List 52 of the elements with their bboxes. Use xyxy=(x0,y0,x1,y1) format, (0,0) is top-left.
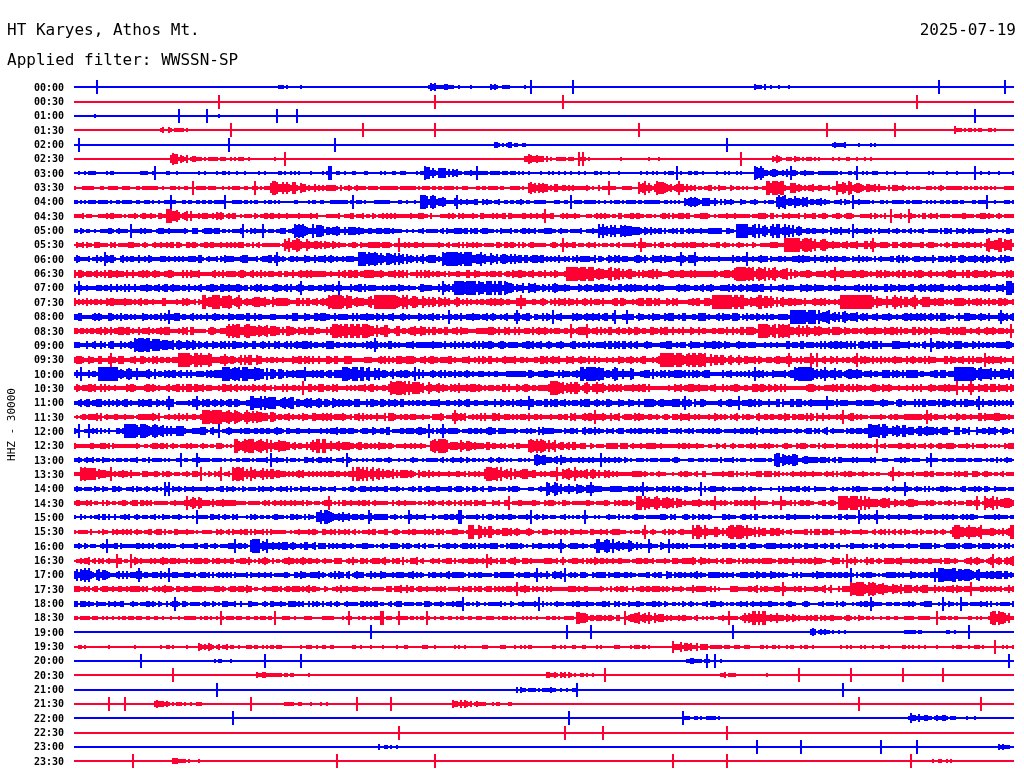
time-label: 07:00 xyxy=(32,282,64,294)
time-label: 06:00 xyxy=(32,253,64,265)
time-label: 02:00 xyxy=(32,139,64,151)
filter-label: Applied filter: WWSSN-SP xyxy=(7,50,239,69)
time-label: 15:30 xyxy=(32,526,64,538)
station-title: HT Karyes, Athos Mt. xyxy=(7,20,200,39)
time-label: 12:30 xyxy=(32,440,64,452)
time-label: 05:30 xyxy=(32,239,64,251)
time-label: 21:00 xyxy=(32,684,64,696)
time-label: 04:30 xyxy=(32,210,64,222)
time-label: 03:00 xyxy=(32,167,64,179)
time-label: 18:00 xyxy=(32,598,64,610)
time-label: 18:30 xyxy=(32,612,64,624)
time-label: 16:00 xyxy=(32,540,64,552)
time-label: 04:00 xyxy=(32,196,64,208)
time-label: 23:00 xyxy=(32,741,64,753)
time-label: 17:30 xyxy=(32,583,64,595)
time-label: 15:00 xyxy=(32,512,64,523)
time-label: 00:30 xyxy=(32,96,64,107)
time-label: 11:00 xyxy=(32,397,64,409)
time-label: 11:30 xyxy=(32,411,64,423)
time-label: 02:30 xyxy=(32,153,64,165)
axis-label: HHZ - 30000 xyxy=(4,387,18,461)
time-label: 10:30 xyxy=(32,382,64,394)
time-label: 22:30 xyxy=(32,727,64,739)
time-label: 22:00 xyxy=(32,712,64,724)
time-label: 08:30 xyxy=(32,325,64,337)
time-label: 13:30 xyxy=(32,468,64,480)
time-label: 16:30 xyxy=(32,555,64,566)
time-label: 23:30 xyxy=(32,755,64,767)
time-label: 14:30 xyxy=(32,497,64,509)
time-label: 20:30 xyxy=(32,669,64,681)
time-label: 13:00 xyxy=(32,454,64,466)
time-label: 01:30 xyxy=(32,124,64,136)
time-label: 09:30 xyxy=(32,354,64,366)
time-label: 06:30 xyxy=(32,268,64,280)
time-label: 19:00 xyxy=(32,626,64,638)
time-label: 12:00 xyxy=(32,425,64,437)
time-label: 20:00 xyxy=(32,655,64,667)
time-label: 03:30 xyxy=(32,182,64,194)
time-label: 21:30 xyxy=(32,698,64,710)
time-label: 19:30 xyxy=(32,641,64,653)
time-label: 09:00 xyxy=(32,339,64,351)
time-label: 07:30 xyxy=(32,296,64,308)
time-label: 17:00 xyxy=(32,569,64,581)
date-label: 2025-07-19 xyxy=(919,20,1016,39)
time-label: 14:00 xyxy=(32,483,64,495)
time-label: 00:00 xyxy=(32,81,64,93)
time-label: 08:00 xyxy=(32,311,64,323)
time-label: 10:00 xyxy=(32,368,64,380)
time-label: 05:00 xyxy=(32,225,64,237)
time-label: 01:00 xyxy=(32,110,64,122)
